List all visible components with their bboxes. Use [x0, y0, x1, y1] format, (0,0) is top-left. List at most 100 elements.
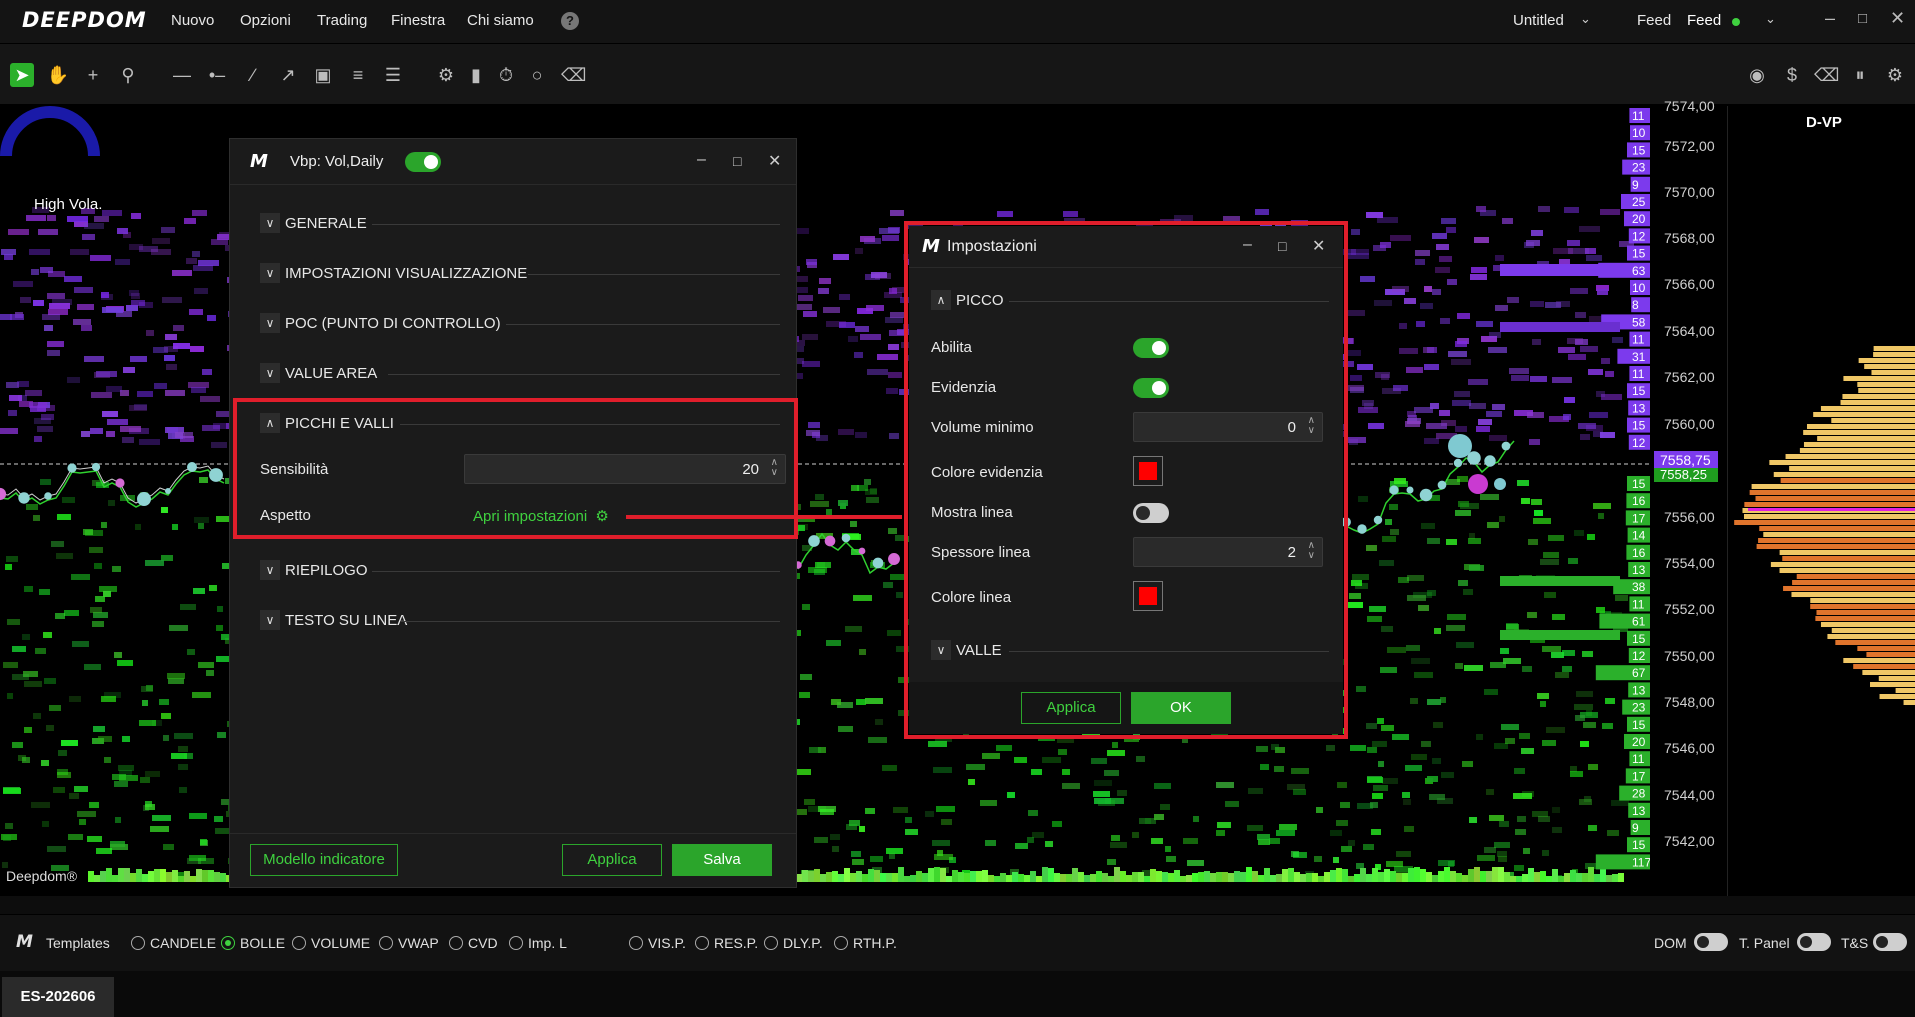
volume-bar [1312, 873, 1318, 882]
hline-icon[interactable]: — [170, 63, 194, 87]
hand-icon[interactable]: ✋ [46, 63, 70, 87]
heatmap-cell [1349, 593, 1361, 599]
chevron-down-icon[interactable]: ∨ [260, 263, 280, 283]
radio-vwap[interactable]: VWAP [379, 935, 439, 951]
pause-icon[interactable]: ⏸ [1848, 63, 1872, 87]
menu-nuovo[interactable]: Nuovo [171, 12, 214, 29]
eraser-icon[interactable]: ⌫ [561, 63, 586, 87]
chevron-down-icon[interactable]: ∨ [260, 213, 280, 233]
radio-dly-p[interactable]: DLY.P. [764, 935, 823, 951]
heatmap-cell [1588, 825, 1597, 831]
dollar-icon[interactable]: $ [1780, 63, 1804, 87]
radio-cvd[interactable]: CVD [449, 935, 498, 951]
gear-icon[interactable]: ⚙ [1883, 63, 1907, 87]
heatmap-cell [928, 741, 947, 747]
heatmap-cell [799, 692, 810, 698]
close-icon[interactable]: ✕ [1890, 8, 1905, 29]
crosshair-icon[interactable]: + [81, 63, 105, 87]
trendline-icon[interactable]: ∕ [241, 63, 265, 87]
heatmap-cell [1532, 811, 1548, 817]
measure-icon[interactable]: ↗ [276, 63, 300, 87]
heatmap-cell [194, 517, 209, 523]
radio-bolle[interactable]: BOLLE [221, 935, 285, 951]
zoom-icon[interactable]: ⚲ [116, 63, 140, 87]
section-poc[interactable]: ∨ POC (PUNTO DI CONTROLLO) [260, 312, 780, 336]
volume-bar [1540, 871, 1546, 882]
price-axis[interactable]: 7574,00 7572,00 7570,00 7568,00 7566,00 7564,… [1650, 98, 1727, 896]
comment-icon[interactable]: ○ [525, 63, 549, 87]
volume-bars-icon[interactable]: ▮ [464, 63, 488, 87]
heatmap-cell [74, 287, 93, 293]
heatmap-cell [1291, 768, 1309, 774]
minimize-icon[interactable]: – [697, 151, 706, 169]
profile-count-label: 16 [1632, 494, 1646, 508]
menu-opzioni[interactable]: Opzioni [240, 12, 291, 29]
ts-toggle[interactable] [1873, 933, 1907, 951]
heatmap-cell [172, 524, 178, 530]
settings-sliders-icon[interactable]: ⚙ [434, 63, 458, 87]
radio-vis-p[interactable]: VIS.P. [629, 935, 686, 951]
chevron-down-icon[interactable]: ⌄ [1765, 11, 1776, 27]
heatmap-cell [1350, 745, 1366, 751]
workspace-selector[interactable]: Untitled [1513, 12, 1564, 29]
heatmap-cell [1346, 602, 1363, 608]
volume-bar [1564, 873, 1570, 882]
timer-icon[interactable]: ⏱ [494, 63, 518, 87]
section-riepilogo[interactable]: ∨ RIEPILOGO [260, 559, 780, 583]
volume-bar [916, 871, 922, 882]
apply-button[interactable]: Applica [562, 844, 662, 876]
section-generale[interactable]: ∨ GENERALE [260, 212, 780, 236]
chevron-down-icon[interactable]: ∨ [260, 363, 280, 383]
feed-status[interactable]: Feed [1687, 12, 1721, 29]
eraser-icon[interactable]: ⌫ [1814, 63, 1839, 87]
heatmap-cell [12, 674, 29, 680]
maximize-icon[interactable]: □ [1858, 10, 1867, 27]
section-impostazioni-visualizzazione[interactable]: ∨ IMPOSTAZIONI VISUALIZZAZIONE [260, 262, 780, 286]
heatmap-cell [192, 692, 211, 698]
lines-icon[interactable]: ≡ [346, 63, 370, 87]
tpanel-toggle[interactable] [1797, 933, 1831, 951]
profile-count-label: 9 [1632, 178, 1639, 192]
maximize-icon[interactable]: □ [733, 153, 741, 169]
indicator-enabled-toggle[interactable] [405, 152, 441, 172]
minimize-icon[interactable]: – [1825, 8, 1835, 29]
profile-count-label: 15 [1632, 143, 1646, 157]
heatmap-cell [1567, 338, 1583, 344]
volume-bar [1396, 873, 1402, 882]
radio-candele[interactable]: CANDELE [131, 935, 216, 951]
indicator-template-button[interactable]: Modello indicatore [250, 844, 398, 876]
heatmap-cell [1600, 432, 1615, 438]
section-testo-su-linea[interactable]: ∨ TESTO SU LINEA [260, 609, 780, 633]
volume-bar [1282, 869, 1288, 882]
chevron-down-icon[interactable]: ∨ [260, 313, 280, 333]
camera-icon[interactable]: ◉ [1745, 63, 1769, 87]
time-tick-label: 08:51:00 [1361, 894, 1416, 896]
heatmap-cell [1405, 765, 1422, 771]
radio-rth-p[interactable]: RTH.P. [834, 935, 897, 951]
rectangle-icon[interactable]: ▣ [311, 63, 335, 87]
close-icon[interactable]: ✕ [768, 151, 781, 171]
channel-icon[interactable]: ☰ [381, 63, 405, 87]
heatmap-cell [1314, 856, 1322, 862]
save-button[interactable]: Salva [672, 844, 772, 876]
menu-trading[interactable]: Trading [317, 12, 367, 29]
radio-res-p[interactable]: RES.P. [695, 935, 758, 951]
heatmap-cell [112, 774, 126, 780]
menu-chi-siamo[interactable]: Chi siamo [467, 12, 534, 29]
ray-icon[interactable]: •– [205, 63, 229, 87]
radio-imp-l[interactable]: Imp. L [509, 935, 567, 951]
dvp-bar [1773, 472, 1915, 477]
templates-label[interactable]: Templates [46, 935, 110, 951]
chevron-down-icon[interactable]: ∨ [260, 610, 280, 630]
symbol-tab[interactable]: ES-202606 [2, 977, 114, 1017]
pointer-icon[interactable]: ➤ [10, 63, 34, 87]
menu-finestra[interactable]: Finestra [391, 12, 445, 29]
help-icon[interactable]: ? [561, 12, 579, 30]
chevron-down-icon[interactable]: ∨ [260, 560, 280, 580]
chevron-down-icon[interactable]: ⌄ [1580, 11, 1591, 27]
heatmap-cell [1381, 725, 1394, 731]
volume-bar [1366, 874, 1372, 882]
section-value-area[interactable]: ∨ VALUE AREA [260, 362, 780, 386]
radio-volume[interactable]: VOLUME [292, 935, 370, 951]
dom-toggle[interactable] [1694, 933, 1728, 951]
